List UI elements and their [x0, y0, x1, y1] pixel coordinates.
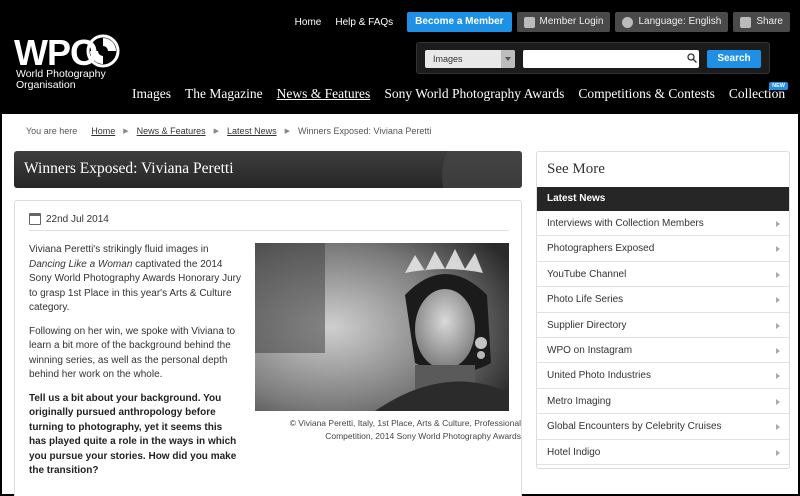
share-icon — [740, 16, 752, 28]
chevron-right-icon — [776, 297, 780, 304]
nav-news-features[interactable]: News & Features — [277, 86, 371, 102]
article-panel: 22nd Jul 2014 Viviana Peretti's striking… — [14, 200, 522, 496]
chevron-right-icon — [776, 271, 780, 278]
sidebar-item-label: Supplier Directory — [547, 319, 627, 331]
chevron-right-icon — [776, 398, 780, 405]
sidebar-item-label: Hotel Indigo — [547, 446, 601, 458]
logo-subtitle: World Photography Organisation — [16, 69, 126, 91]
sidebar-item-label: WPO on Instagram — [547, 344, 633, 356]
sidebar-item-label: Photo Life Series — [547, 294, 624, 306]
sidebar-item-label: Photographers Exposed — [547, 243, 655, 255]
chevron-right-icon — [776, 424, 780, 431]
sidebar-item-label: United Photo Industries — [547, 370, 651, 382]
breadcrumb-current: Winners Exposed: Viviana Peretti — [297, 126, 432, 136]
share-button[interactable]: Share — [733, 12, 790, 32]
language-button[interactable]: Language: English — [615, 12, 729, 32]
sidebar-item-united-photo[interactable]: United Photo Industries — [537, 363, 789, 389]
nav-sony-world-photography-awards[interactable]: Sony World Photography Awards — [384, 86, 564, 102]
chevron-right-icon — [776, 449, 780, 456]
new-badge: NEW — [769, 82, 788, 90]
breadcrumb-chevron-icon: ▶ — [284, 128, 290, 135]
sidebar-item-instagram[interactable]: WPO on Instagram — [537, 338, 789, 364]
sidebar-item-label: Interviews with Collection Members — [547, 218, 704, 229]
breadcrumb: You are here Home ▶ News & Features ▶ La… — [26, 126, 431, 136]
sidebar-item-label: YouTube Channel — [547, 268, 627, 280]
breadcrumb-news-features[interactable]: News & Features — [137, 126, 206, 136]
wpo-logo[interactable]: WPO World Photography Organisation — [14, 32, 124, 92]
chevron-right-icon — [776, 373, 780, 380]
see-more-sidebar: See More Latest News Interviews with Col… — [536, 151, 790, 469]
language-label: Language: English — [638, 16, 722, 27]
home-link[interactable]: Home — [295, 17, 322, 28]
search-category-value: Images — [433, 54, 463, 64]
globe-icon — [622, 16, 634, 28]
nav-images[interactable]: Images — [132, 86, 171, 102]
sidebar-item-hotel-indigo[interactable]: Hotel Indigo — [537, 440, 789, 465]
become-member-button[interactable]: Become a Member — [407, 12, 512, 32]
member-login-label: Member Login — [539, 16, 604, 27]
chevron-right-icon — [776, 221, 780, 227]
search-bar: Images Search — [416, 42, 770, 74]
breadcrumb-lead: You are here — [26, 126, 78, 136]
breadcrumb-latest-news[interactable]: Latest News — [227, 126, 277, 136]
article-date: 22nd Jul 2014 — [29, 213, 109, 225]
chevron-right-icon — [776, 322, 780, 329]
sidebar-item-photo-life[interactable]: Photo Life Series — [537, 287, 789, 313]
breadcrumb-home[interactable]: Home — [91, 126, 115, 136]
interview-question-1: Tell us a bit about your background. You… — [29, 392, 237, 477]
sidebar-item-metro-imaging[interactable]: Metro Imaging — [537, 389, 789, 415]
article-paragraph-1: Viviana Peretti's strikingly fluid image… — [29, 243, 241, 316]
user-icon — [523, 16, 535, 28]
site-header: WPO World Photography Organisation Home … — [2, 2, 798, 114]
sidebar-item-label: Metro Imaging — [547, 395, 611, 407]
chevron-down-icon — [501, 50, 515, 68]
breadcrumb-chevron-icon: ▶ — [123, 128, 129, 135]
logo-subtitle-line-2: Organisation — [16, 79, 76, 91]
article-paragraph-2: Following on her win, we spoke with Vivi… — [29, 325, 236, 381]
chevron-right-icon — [776, 246, 780, 253]
search-input[interactable] — [523, 50, 699, 68]
sidebar-section-header: Latest News — [537, 187, 789, 211]
member-login-button[interactable]: Member Login — [516, 12, 611, 32]
calendar-icon — [29, 213, 41, 225]
share-label: Share — [756, 16, 783, 27]
sidebar-item-interviews[interactable]: Interviews with Collection Members — [537, 211, 789, 237]
article-date-text: 22nd Jul 2014 — [46, 213, 109, 225]
article-body: Viviana Peretti's strikingly fluid image… — [29, 243, 241, 488]
search-button[interactable]: Search — [707, 50, 761, 68]
sidebar-item-global-encounters[interactable]: Global Encounters by Celebrity Cruises — [537, 414, 789, 440]
help-faqs-link[interactable]: Help & FAQs — [335, 17, 393, 28]
logo-swirl-icon — [86, 34, 120, 68]
search-category-select[interactable]: Images — [425, 50, 515, 68]
breadcrumb-chevron-icon: ▶ — [213, 128, 220, 135]
sidebar-item-youtube[interactable]: YouTube Channel — [537, 262, 789, 288]
article-title: Winners Exposed: Viviana Peretti — [24, 160, 234, 177]
nav-competitions-contests[interactable]: Competitions & Contests — [578, 86, 715, 102]
sidebar-item-label: Global Encounters by Celebrity Cruises — [547, 421, 722, 433]
article-photo[interactable] — [255, 243, 509, 411]
top-utility-nav: Home Help & FAQs Become a Member Member … — [295, 12, 790, 32]
sidebar-list: Interviews with Collection Members Photo… — [537, 211, 789, 465]
chevron-right-icon — [776, 347, 780, 354]
article-title-bar: Winners Exposed: Viviana Peretti — [14, 151, 522, 188]
search-icon — [687, 53, 697, 63]
p1-text-a: Viviana Peretti's strikingly fluid image… — [29, 244, 209, 255]
main-nav: Images The Magazine News & Features Sony… — [132, 86, 785, 102]
sidebar-item-supplier-directory[interactable]: Supplier Directory — [537, 313, 789, 338]
photo-caption: © Viviana Peretti, Italy, 1st Place, Art… — [289, 418, 521, 441]
title-bar-decoration — [442, 151, 522, 188]
nav-the-magazine[interactable]: The Magazine — [185, 86, 263, 102]
sidebar-title: See More — [547, 161, 605, 177]
sidebar-item-photographers-exposed[interactable]: Photographers Exposed — [537, 236, 789, 262]
divider — [29, 230, 509, 231]
series-title: Dancing Like a Woman — [29, 258, 133, 270]
